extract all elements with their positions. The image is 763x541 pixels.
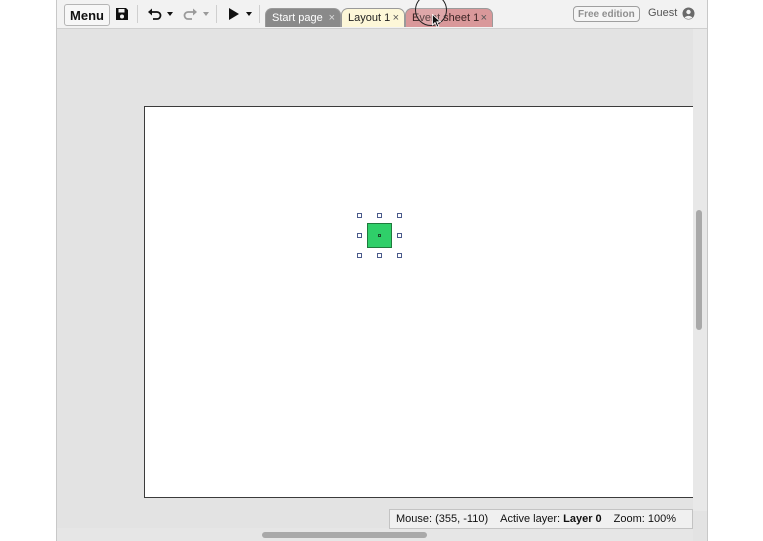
- app-window: Menu Start page × Layout 1 × Event sheet…: [56, 0, 708, 541]
- zoom-level: Zoom: 100%: [608, 513, 682, 525]
- layout-viewport[interactable]: [57, 29, 693, 511]
- close-icon[interactable]: ×: [393, 12, 399, 24]
- tab-label: Start page: [272, 12, 323, 24]
- resize-handle-bottom-left[interactable]: [357, 253, 362, 258]
- caret-down-icon: [167, 12, 173, 16]
- preview-dropdown[interactable]: [244, 4, 254, 24]
- active-layer-value: Layer 0: [563, 513, 602, 525]
- user-name[interactable]: Guest: [648, 7, 677, 19]
- resize-handle-top-right[interactable]: [397, 213, 402, 218]
- resize-handle-top[interactable]: [377, 213, 382, 218]
- resize-handle-bottom[interactable]: [377, 253, 382, 258]
- tab-layout-1[interactable]: Layout 1 ×: [341, 8, 405, 27]
- toolbar-separator: [216, 5, 217, 23]
- vertical-scrollbar-thumb[interactable]: [696, 210, 702, 330]
- origin-point: [378, 234, 381, 237]
- caret-down-icon: [203, 12, 209, 16]
- resize-handle-bottom-right[interactable]: [397, 253, 402, 258]
- tab-label: Layout 1: [348, 12, 391, 24]
- mouse-position: Mouse: (355, -110): [390, 513, 494, 525]
- vertical-scrollbar[interactable]: [693, 29, 707, 511]
- save-icon: [116, 8, 128, 20]
- redo-icon: [183, 8, 197, 20]
- undo-dropdown[interactable]: [165, 4, 175, 24]
- close-icon[interactable]: ×: [329, 12, 335, 24]
- user-circle-icon[interactable]: [682, 7, 695, 20]
- play-icon: [229, 8, 239, 20]
- mouse-label: Mouse:: [396, 513, 433, 525]
- layout-canvas[interactable]: [144, 106, 693, 498]
- toolbar-separator: [259, 5, 260, 23]
- close-icon[interactable]: ×: [481, 12, 487, 24]
- mouse-value: (355, -110): [435, 513, 489, 525]
- toolbar-separator: [137, 5, 138, 23]
- sprite-object[interactable]: [367, 223, 392, 248]
- redo-dropdown[interactable]: [201, 4, 211, 24]
- preview-button[interactable]: [226, 4, 242, 24]
- zoom-value: 100%: [647, 513, 677, 525]
- caret-down-icon: [246, 12, 252, 16]
- horizontal-scrollbar[interactable]: [57, 528, 693, 541]
- redo-button[interactable]: [181, 4, 199, 24]
- resize-handle-left[interactable]: [357, 233, 362, 238]
- zoom-label: Zoom:: [613, 513, 645, 525]
- main-toolbar: Menu Start page × Layout 1 × Event sheet…: [57, 0, 707, 29]
- active-layer-label: Active layer:: [500, 513, 561, 525]
- resize-handle-right[interactable]: [397, 233, 402, 238]
- active-layer: Active layer: Layer 0: [494, 513, 608, 525]
- mouse-cursor-icon: [432, 14, 442, 28]
- undo-button[interactable]: [145, 4, 163, 24]
- undo-icon: [147, 8, 161, 20]
- horizontal-scrollbar-thumb[interactable]: [262, 532, 427, 538]
- resize-handle-top-left[interactable]: [357, 213, 362, 218]
- menu-button[interactable]: Menu: [64, 4, 110, 26]
- save-button[interactable]: [113, 4, 131, 24]
- tab-start-page[interactable]: Start page ×: [265, 8, 341, 27]
- status-bar: Mouse: (355, -110) Active layer: Layer 0…: [389, 509, 693, 529]
- edition-badge[interactable]: Free edition: [573, 6, 640, 22]
